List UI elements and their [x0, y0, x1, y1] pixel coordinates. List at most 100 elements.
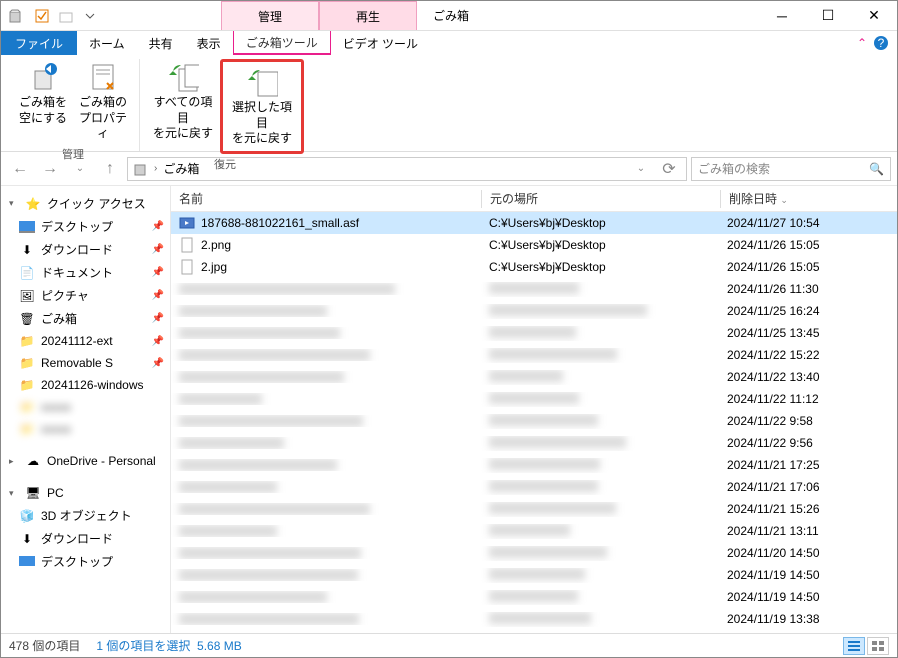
props-icon	[87, 61, 119, 93]
col-location[interactable]: 元の場所	[482, 190, 720, 207]
cube-icon: 🧊	[19, 508, 35, 524]
empty-recycle-button[interactable]: ごみ箱を 空にする	[13, 59, 73, 144]
restore-all-icon	[167, 61, 199, 93]
window-title: ごみ箱	[417, 7, 485, 24]
table-row[interactable]: 2024/11/21 15:26	[171, 498, 897, 520]
pin-icon: 📌	[152, 267, 164, 278]
search-box[interactable]: 🔍	[691, 157, 891, 181]
sort-indicator-icon: ⌄	[780, 195, 788, 205]
context-tab-manage[interactable]: 管理	[221, 1, 319, 30]
maximize-button[interactable]: ☐	[805, 1, 851, 31]
refresh-icon[interactable]: ⟳	[656, 156, 682, 182]
nav-folder-blur[interactable]: 📁xxxxx	[1, 418, 170, 440]
file-list-area: 名前 元の場所 削除日時 ⌄ 187688-881022161_small.as…	[171, 186, 897, 636]
ribbon-tabs: ファイル ホーム 共有 表示 ごみ箱ツール ビデオ ツール ⌃ ?	[1, 31, 897, 55]
table-row[interactable]: 2024/11/21 17:25	[171, 454, 897, 476]
table-row[interactable]: 2024/11/26 11:30	[171, 278, 897, 300]
nav-documents[interactable]: 📄ドキュメント📌	[1, 261, 170, 284]
qat-newfolder-icon[interactable]	[55, 5, 77, 27]
file-list: 187688-881022161_small.asfC:¥Users¥bj¥De…	[171, 212, 897, 636]
desktop-icon	[19, 554, 35, 570]
nav-desktop-pc[interactable]: デスクトップ	[1, 550, 170, 573]
chevron-right-icon[interactable]: ›	[154, 163, 157, 174]
download-icon: ⬇	[19, 531, 35, 547]
table-row[interactable]: 2024/11/21 13:11	[171, 520, 897, 542]
minimize-button[interactable]: ─	[759, 1, 805, 31]
nav-desktop[interactable]: デスクトップ📌	[1, 215, 170, 238]
nav-folder-3[interactable]: 📁20241126-windows	[1, 374, 170, 396]
close-button[interactable]: ✕	[851, 1, 897, 31]
qat-dropdown-icon[interactable]	[79, 5, 101, 27]
view-icons-button[interactable]	[867, 637, 889, 655]
nav-up-button[interactable]: ↑	[97, 156, 123, 182]
nav-forward-button[interactable]: →	[37, 156, 63, 182]
nav-quick-access[interactable]: ▾⭐クイック アクセス	[1, 192, 170, 215]
download-icon: ⬇	[19, 242, 35, 258]
ribbon: ごみ箱を 空にする ごみ箱の プロパティ 管理 すべての項目 を元に戻す 選択し…	[1, 55, 897, 152]
tab-home[interactable]: ホーム	[77, 31, 137, 55]
table-row[interactable]: 2024/11/22 11:12	[171, 388, 897, 410]
nav-folder-blur[interactable]: 📁xxxxx	[1, 396, 170, 418]
nav-folder-1[interactable]: 📁20241112-ext📌	[1, 330, 170, 352]
table-row[interactable]: 2.pngC:¥Users¥bj¥Desktop2024/11/26 15:05	[171, 234, 897, 256]
address-dropdown-icon[interactable]: ⌄	[628, 156, 654, 182]
table-row[interactable]: 2024/11/22 9:56	[171, 432, 897, 454]
tab-view[interactable]: 表示	[185, 31, 233, 55]
table-row[interactable]: 2024/11/19 13:38	[171, 608, 897, 630]
star-icon: ⭐	[25, 196, 41, 212]
restore-selected-button[interactable]: 選択した項目 を元に戻す	[225, 64, 299, 149]
search-input[interactable]	[698, 162, 869, 176]
restore-selected-highlight: 選択した項目 を元に戻す	[220, 59, 304, 154]
nav-folder-2[interactable]: 📁Removable S📌	[1, 352, 170, 374]
ribbon-collapse-icon[interactable]: ⌃	[857, 36, 867, 50]
address-bar-row: ← → ⌄ ↑ › ごみ箱 ⌄ ⟳ 🔍	[1, 152, 897, 186]
table-row[interactable]: 2024/11/20 14:50	[171, 542, 897, 564]
qat-checkbox-icon[interactable]	[31, 5, 53, 27]
table-row[interactable]: 2024/11/19 14:50	[171, 586, 897, 608]
table-row[interactable]: 2024/11/22 9:58	[171, 410, 897, 432]
nav-pictures[interactable]: 🖼ピクチャ📌	[1, 284, 170, 307]
nav-recycle[interactable]: 🗑ごみ箱📌	[1, 307, 170, 330]
table-row[interactable]: 2024/11/19 14:50	[171, 564, 897, 586]
help-icon[interactable]: ?	[873, 35, 889, 51]
file-icon	[179, 237, 195, 253]
search-icon[interactable]: 🔍	[869, 162, 884, 176]
table-row[interactable]: 2024/11/25 16:24	[171, 300, 897, 322]
table-row[interactable]: 2.jpgC:¥Users¥bj¥Desktop2024/11/26 15:05	[171, 256, 897, 278]
table-row[interactable]: 2024/11/25 13:45	[171, 322, 897, 344]
table-row[interactable]: 2024/11/22 15:22	[171, 344, 897, 366]
tab-file[interactable]: ファイル	[1, 31, 77, 55]
tab-share[interactable]: 共有	[137, 31, 185, 55]
recycle-icon: 🗑	[19, 311, 35, 327]
table-row[interactable]: 187688-881022161_small.asfC:¥Users¥bj¥De…	[171, 212, 897, 234]
svg-text:?: ?	[878, 36, 885, 50]
nav-3d-objects[interactable]: 🧊3D オブジェクト	[1, 504, 170, 527]
col-date[interactable]: 削除日時 ⌄	[721, 190, 897, 207]
recycle-props-button[interactable]: ごみ箱の プロパティ	[73, 59, 133, 144]
nav-back-button[interactable]: ←	[7, 156, 33, 182]
nav-downloads[interactable]: ⬇ダウンロード📌	[1, 238, 170, 261]
document-icon: 📄	[19, 265, 35, 281]
restore-all-button[interactable]: すべての項目 を元に戻す	[146, 59, 220, 154]
status-size: 5.68 MB	[197, 639, 242, 653]
breadcrumb-segment[interactable]: ごみ箱	[163, 160, 199, 177]
nav-downloads-pc[interactable]: ⬇ダウンロード	[1, 527, 170, 550]
table-row[interactable]: 2024/11/21 17:06	[171, 476, 897, 498]
nav-onedrive[interactable]: ▸☁OneDrive - Personal	[1, 450, 170, 472]
pin-icon: 📌	[152, 336, 164, 347]
nav-pc[interactable]: ▾🖥PC	[1, 482, 170, 504]
address-bar[interactable]: › ごみ箱 ⌄ ⟳	[127, 157, 687, 181]
table-row[interactable]: 2024/11/22 13:40	[171, 366, 897, 388]
restore-selected-icon	[246, 66, 278, 98]
folder-icon: 📁	[19, 333, 35, 349]
picture-icon: 🖼	[19, 288, 35, 304]
tab-recycle-tools[interactable]: ごみ箱ツール	[233, 31, 331, 55]
tab-video-tools[interactable]: ビデオ ツール	[331, 31, 430, 55]
desktop-icon	[19, 219, 35, 235]
navigation-pane: ▾⭐クイック アクセス デスクトップ📌 ⬇ダウンロード📌 📄ドキュメント📌 🖼ピ…	[1, 186, 171, 636]
pin-icon: 📌	[152, 221, 164, 232]
col-name[interactable]: 名前	[171, 190, 481, 207]
context-tab-play[interactable]: 再生	[319, 1, 417, 30]
view-details-button[interactable]	[843, 637, 865, 655]
nav-recent-dropdown[interactable]: ⌄	[67, 156, 93, 182]
